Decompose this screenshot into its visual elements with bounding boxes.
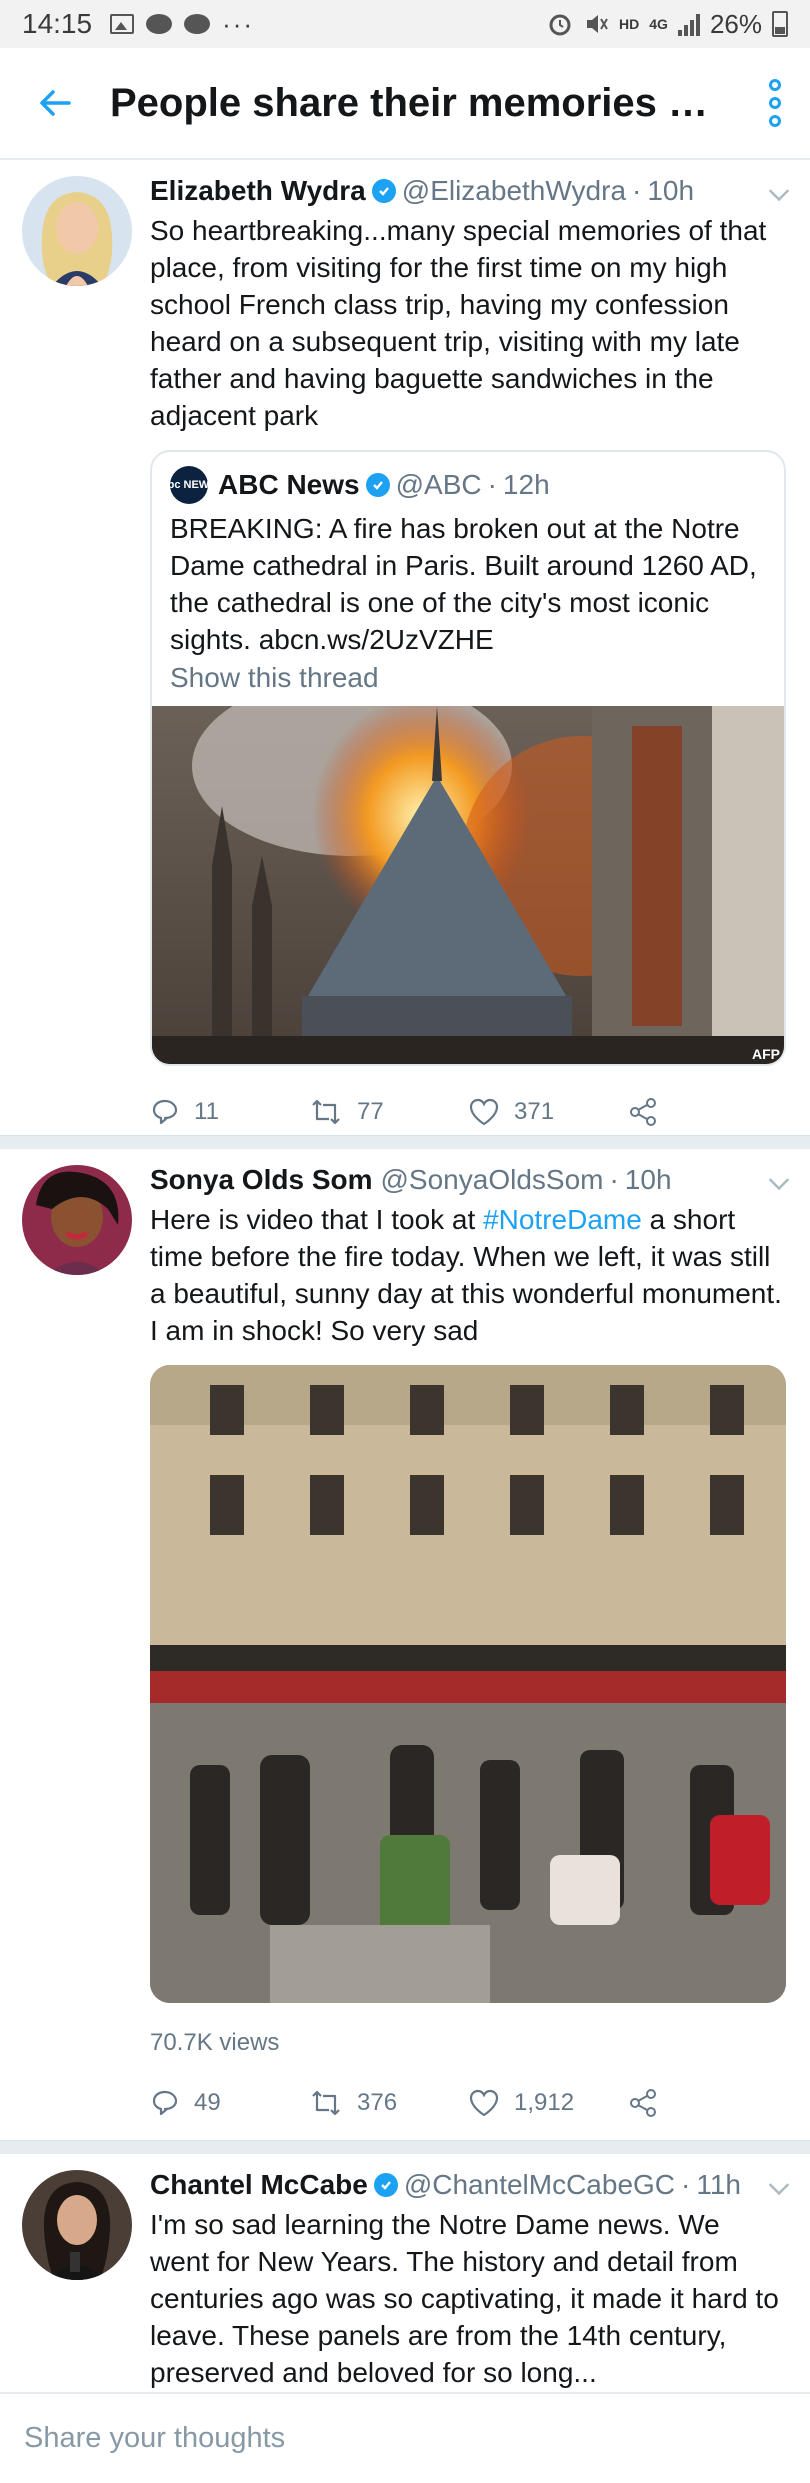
like-button[interactable]: 371 [468, 1097, 627, 1127]
tweet-actions: 11 77 371 [150, 1072, 786, 1152]
author-handle[interactable]: @SonyaOldsSom [381, 1164, 604, 1196]
author-handle[interactable]: @ChantelMcCabeGC [404, 2169, 675, 2201]
like-count: 1,912 [514, 2089, 575, 2116]
separator: · [681, 2169, 691, 2200]
reply-button[interactable]: 11 [150, 1097, 309, 1127]
battery-percent: 26% [709, 8, 762, 39]
retweet-icon [312, 1099, 340, 1125]
arrow-left-icon [40, 90, 71, 116]
retweet-button[interactable]: 376 [309, 2088, 468, 2118]
chat-notification-icon [146, 14, 173, 34]
tweet-text: Here is video that I took at #NotreDame … [150, 1204, 782, 1346]
abc-news-logo: abc NEWS [162, 466, 217, 504]
retweet-count: 77 [357, 1098, 384, 1125]
status-bar: 14:15 ··· HD 4G 26% [0, 0, 810, 48]
share-icon [630, 2089, 656, 2117]
more-notifications-icon: ··· [222, 8, 255, 39]
author-name[interactable]: Sonya Olds Som [150, 1164, 373, 1196]
share-thoughts-input[interactable] [24, 2422, 724, 2455]
reply-icon [152, 1099, 178, 1125]
like-button[interactable]: 1,912 [468, 2088, 627, 2118]
retweet-icon [312, 2090, 340, 2116]
avatar[interactable] [22, 1165, 132, 1275]
hashtag-link[interactable]: #NotreDame [483, 1204, 642, 1235]
heart-icon [469, 1098, 499, 1126]
tweet[interactable]: Chantel McCabe @ChantelMcCabeGC · 11h I'… [0, 2154, 810, 2388]
back-button[interactable] [0, 47, 110, 159]
show-thread-link[interactable]: Show this thread [152, 658, 784, 706]
retweet-button[interactable]: 77 [309, 1097, 468, 1127]
reply-icon [152, 2090, 178, 2116]
share-button[interactable] [627, 1097, 786, 1127]
avatar[interactable] [22, 2170, 132, 2280]
quoted-author-name: ABC News [218, 469, 360, 500]
network-type: 4G [649, 16, 668, 32]
tweet[interactable]: Elizabeth Wydra @ElizabethWydra · 10h So… [0, 160, 810, 1135]
hd-indicator: HD [619, 16, 640, 32]
quoted-tweet-text: BREAKING: A fire has broken out at the N… [170, 513, 757, 655]
reply-count: 11 [194, 1098, 219, 1125]
clock: 14:15 [22, 8, 93, 39]
tweet-text: So heartbreaking...many special memories… [150, 215, 767, 431]
tweet-feed: Elizabeth Wydra @ElizabethWydra · 10h So… [0, 160, 810, 2388]
author-name[interactable]: Elizabeth Wydra [150, 175, 366, 207]
verified-icon [373, 2173, 398, 2197]
more-vertical-icon[interactable] [740, 47, 810, 159]
tweet[interactable]: Sonya Olds Som @SonyaOldsSom · 10h Here … [0, 1149, 810, 2140]
photo-credit: AFP [752, 1046, 780, 1062]
like-count: 371 [514, 1098, 555, 1125]
heart-icon [469, 2089, 499, 2117]
share-button[interactable] [627, 2088, 786, 2118]
notre-dame-video[interactable] [150, 1365, 786, 2003]
quoted-timestamp: 12h [502, 469, 550, 500]
view-count: 70.7K views [150, 2029, 280, 2056]
tweet-actions: 49 376 1,912 [150, 2063, 786, 2143]
separator: · [609, 1164, 619, 1195]
separator: · [632, 175, 642, 206]
timestamp: 10h [624, 1164, 672, 1195]
signal-icon [677, 12, 700, 36]
reply-composer [0, 2392, 810, 2483]
share-icon [630, 1098, 656, 1126]
author-name[interactable]: Chantel McCabe [150, 2169, 368, 2201]
page-title: People share their memories a… [110, 80, 720, 125]
verified-icon [365, 473, 390, 497]
separator: · [487, 469, 497, 500]
timestamp: 10h [647, 175, 695, 206]
alarm-icon [549, 14, 571, 36]
quoted-tweet[interactable]: abc NEWS ABC News @ABC · 12h BREAKING: A… [150, 450, 786, 1066]
reply-button[interactable]: 49 [150, 2088, 309, 2118]
app-bar: People share their memories a… [0, 48, 810, 160]
chat-notification-icon-2 [184, 14, 211, 34]
author-handle[interactable]: @ElizabethWydra [402, 175, 626, 207]
retweet-count: 376 [357, 2089, 398, 2116]
reply-count: 49 [194, 2089, 221, 2116]
tweet-text: I'm so sad learning the Notre Dame news.… [150, 2209, 779, 2388]
battery-icon [772, 11, 788, 37]
quoted-author-handle: @ABC [395, 469, 482, 500]
avatar[interactable] [22, 176, 132, 286]
timestamp: 11h [696, 2169, 741, 2200]
verified-icon [371, 179, 396, 203]
gallery-notification-icon [110, 14, 135, 34]
mute-icon [587, 15, 608, 33]
notre-dame-fire-photo[interactable]: AFP [152, 706, 784, 1064]
